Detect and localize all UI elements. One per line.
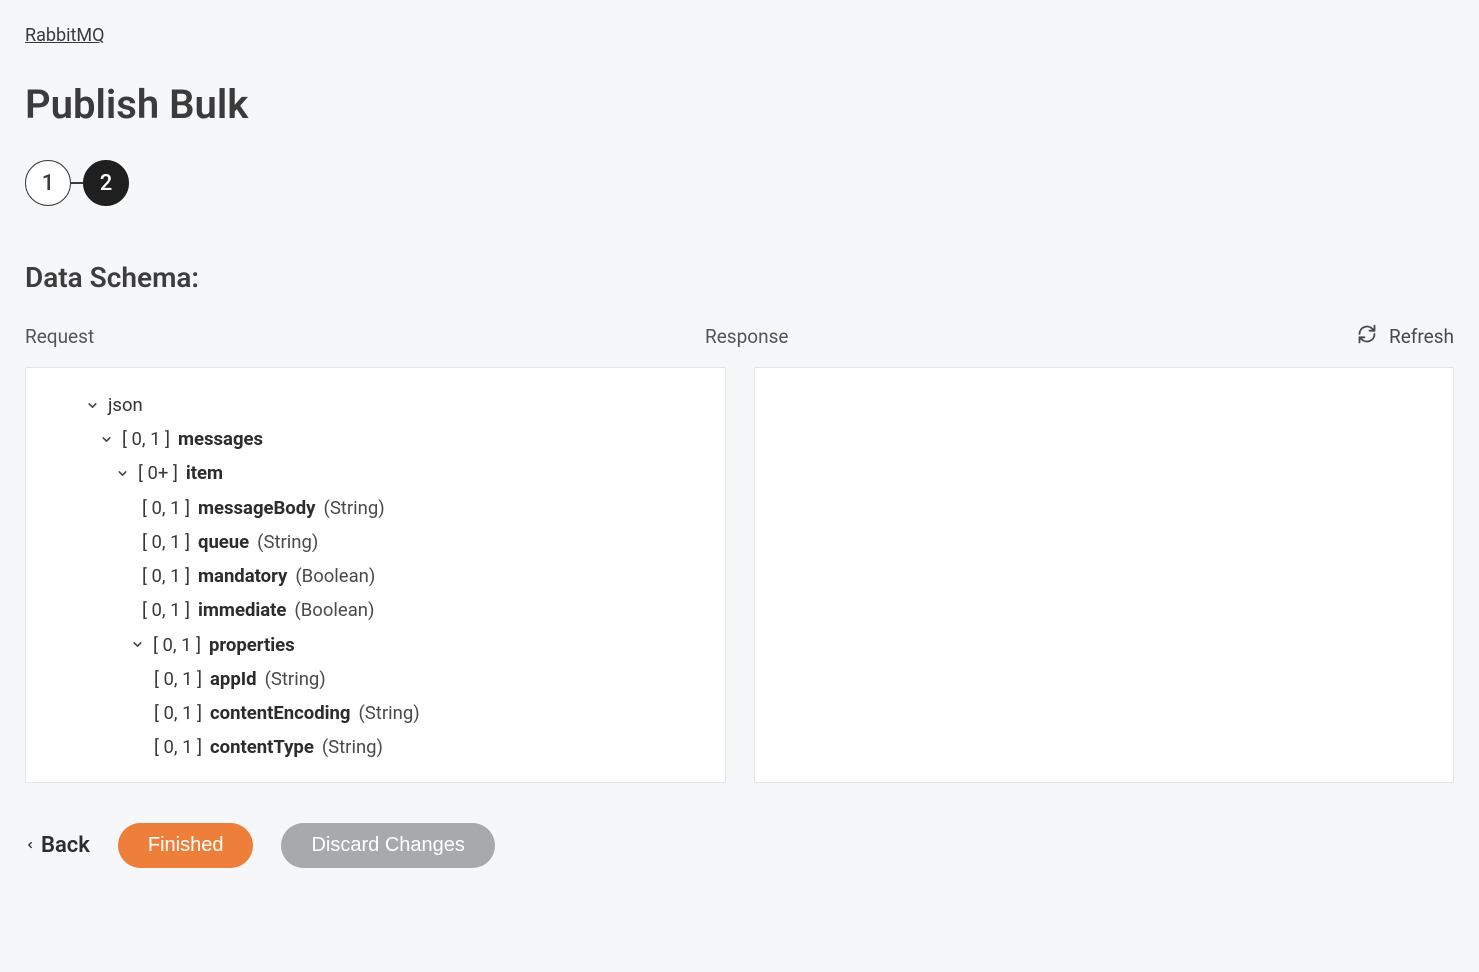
tree-name: properties — [209, 628, 295, 662]
tree-leaf[interactable]: [ 0, 1 ] queue (String) — [44, 525, 707, 559]
step-2[interactable]: 2 — [83, 160, 129, 206]
chevron-left-icon — [25, 833, 35, 858]
tree-leaf[interactable]: [ 0, 1 ] contentEncoding (String) — [44, 696, 707, 730]
tree-name: messageBody — [198, 491, 315, 525]
tree-leaf[interactable]: [ 0, 1 ] appId (String) — [44, 662, 707, 696]
tree-cardinality: [ 0, 1 ] — [154, 730, 202, 764]
tree-type: (String) — [257, 525, 318, 559]
tree-cardinality: [ 0, 1 ] — [154, 662, 202, 696]
tree-name: messages — [178, 422, 263, 456]
tree-type: (String) — [323, 491, 384, 525]
tree-name: queue — [198, 525, 249, 559]
tree-cardinality: [ 0, 1 ] — [142, 525, 190, 559]
tree-name: contentEncoding — [210, 696, 350, 730]
tree-leaf[interactable]: [ 0, 1 ] immediate (Boolean) — [44, 593, 707, 627]
tree-name: mandatory — [198, 559, 287, 593]
page-title: Publish Bulk — [25, 81, 1454, 128]
tree-type: (String) — [358, 696, 419, 730]
section-title: Data Schema: — [25, 261, 1454, 294]
tree-cardinality: [ 0, 1 ] — [142, 559, 190, 593]
tree-leaf[interactable]: [ 0, 1 ] messageBody (String) — [44, 491, 707, 525]
tree-name: immediate — [198, 593, 286, 627]
chevron-down-icon — [129, 638, 145, 651]
tree-name: item — [186, 456, 223, 490]
tree-type: (Boolean) — [294, 593, 374, 627]
tree-leaf[interactable]: [ 0, 1 ] contentType (String) — [44, 730, 707, 764]
refresh-icon — [1357, 324, 1377, 349]
step-connector — [71, 182, 83, 184]
tree-leaf[interactable]: [ 0, 1 ] mandatory (Boolean) — [44, 559, 707, 593]
tree-cardinality: [ 0, 1 ] — [142, 593, 190, 627]
tree-node-messages[interactable]: [ 0, 1 ] messages — [44, 422, 707, 456]
footer-actions: Back Finished Discard Changes — [25, 823, 1454, 868]
step-1[interactable]: 1 — [25, 160, 71, 206]
tree-name: contentType — [210, 730, 314, 764]
tree-label: json — [108, 388, 143, 422]
tree-node-item[interactable]: [ 0+ ] item — [44, 456, 707, 490]
request-label: Request — [25, 325, 677, 348]
refresh-label: Refresh — [1389, 325, 1454, 348]
discard-button[interactable]: Discard Changes — [281, 823, 494, 868]
tree-node-properties[interactable]: [ 0, 1 ] properties — [44, 628, 707, 662]
chevron-down-icon — [114, 467, 130, 480]
request-panel: json [ 0, 1 ] messages [ 0+ ] item [ 0, … — [25, 367, 726, 783]
tree-type: (String) — [265, 662, 326, 696]
tree-cardinality: [ 0+ ] — [138, 456, 178, 490]
tree-type: (Boolean) — [295, 559, 375, 593]
tree-name: appId — [210, 662, 257, 696]
tree-cardinality: [ 0, 1 ] — [153, 628, 201, 662]
chevron-down-icon — [98, 433, 114, 446]
breadcrumb-link[interactable]: RabbitMQ — [25, 25, 104, 46]
chevron-down-icon — [84, 399, 100, 412]
response-panel — [754, 367, 1455, 783]
back-button[interactable]: Back — [25, 833, 90, 858]
tree-cardinality: [ 0, 1 ] — [154, 696, 202, 730]
back-label: Back — [41, 833, 90, 858]
tree-type: (String) — [322, 730, 383, 764]
tree-cardinality: [ 0, 1 ] — [142, 491, 190, 525]
finished-button[interactable]: Finished — [118, 823, 254, 868]
refresh-button[interactable]: Refresh — [1357, 324, 1454, 349]
response-label: Response — [705, 325, 1357, 348]
tree-node-json[interactable]: json — [44, 388, 707, 422]
tree-cardinality: [ 0, 1 ] — [122, 422, 170, 456]
stepper: 1 2 — [25, 160, 1454, 206]
